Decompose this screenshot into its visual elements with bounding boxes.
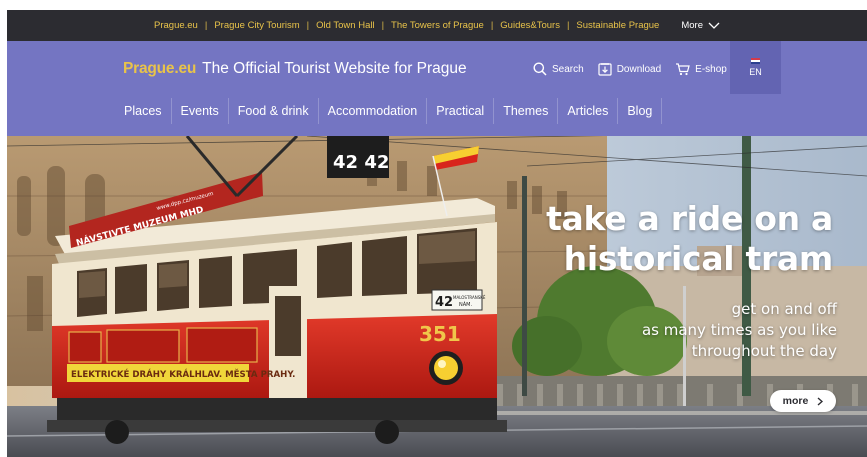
chevron-right-icon (817, 396, 824, 406)
separator: | (204, 20, 208, 31)
top-links: Prague.eu | Prague City Tourism | Old To… (154, 20, 659, 31)
separator: | (566, 20, 570, 31)
hero-image: 42 42 NÁVSTIVTE MUZEUM MHD www.dpp.cz/mu… (7, 136, 867, 457)
search-icon (533, 62, 547, 76)
more-dropdown[interactable]: More (681, 20, 720, 31)
nav-item-events[interactable]: Events (170, 98, 228, 124)
nav-item-themes[interactable]: Themes (493, 98, 557, 124)
top-link-sustainable[interactable]: Sustainable Prague (576, 20, 659, 31)
main-navigation: Places Events Food & drink Accommodation… (115, 98, 663, 124)
top-link-old-town-hall[interactable]: Old Town Hall (316, 20, 374, 31)
top-utility-bar: Prague.eu | Prague City Tourism | Old To… (7, 10, 867, 41)
separator: | (381, 20, 385, 31)
hero-more-button[interactable]: more (770, 390, 836, 412)
separator: | (490, 20, 494, 31)
hero-subtitle-line1: get on and off (731, 300, 837, 318)
hero-banner[interactable]: 42 42 NÁVSTIVTE MUZEUM MHD www.dpp.cz/mu… (7, 136, 867, 457)
search-label: Search (552, 63, 584, 75)
nav-item-blog[interactable]: Blog (617, 98, 663, 124)
search-button[interactable]: Search (533, 62, 584, 76)
hero-headline: take a ride on a historical tram (546, 199, 833, 279)
download-label: Download (616, 63, 662, 75)
top-link-guides-tours[interactable]: Guides&Tours (500, 20, 560, 31)
top-link-towers[interactable]: The Towers of Prague (391, 20, 484, 31)
hero-subtitle-line3: throughout the day (691, 342, 837, 360)
tram-fleet-number: 351 (419, 322, 461, 346)
hero-subtitle-line2: as many times as you like (641, 321, 837, 339)
site-logo[interactable]: Prague.eu (123, 60, 196, 78)
more-button-label: more (782, 395, 809, 407)
more-label: More (681, 20, 703, 31)
cart-icon (676, 63, 690, 76)
nav-item-places[interactable]: Places (115, 98, 171, 124)
language-switcher[interactable]: EN (730, 41, 781, 94)
nav-item-food-drink[interactable]: Food & drink (227, 98, 318, 124)
site-tagline: The Official Tourist Website for Prague (202, 60, 467, 77)
eshop-label: E-shop (695, 63, 727, 75)
chevron-down-icon (708, 22, 720, 29)
top-link-city-tourism[interactable]: Prague City Tourism (214, 20, 299, 31)
tram-destination-line2: NÁM. (459, 301, 472, 308)
brand[interactable]: Prague.eu The Official Tourist Website f… (123, 60, 467, 78)
download-button[interactable]: Download (598, 62, 661, 76)
site-header: Prague.eu The Official Tourist Website f… (7, 41, 867, 136)
tram-destination-route: 42 (435, 295, 453, 310)
top-link-prague-eu[interactable]: Prague.eu (154, 20, 198, 31)
eshop-button[interactable]: E-shop (675, 62, 727, 76)
tram-banner-text: ELEKTRICKÉ DRÁHY KRÁLHLAV. MĚSTA PRAHY. (71, 368, 295, 380)
uk-flag-icon (751, 58, 760, 64)
header-tools: Search Download E-shop (533, 62, 741, 76)
hero-headline-line2: historical tram (563, 239, 834, 278)
language-code: EN (749, 67, 762, 77)
download-icon (598, 63, 612, 76)
hero-headline-line1: take a ride on a (546, 199, 833, 238)
tram-destination-line1: MALOSTRANSKÉ (453, 295, 486, 300)
nav-item-articles[interactable]: Articles (557, 98, 617, 124)
page-frame: Prague.eu | Prague City Tourism | Old To… (7, 10, 867, 457)
tram-route-number: 42 42 (333, 152, 389, 173)
nav-item-accommodation[interactable]: Accommodation (317, 98, 427, 124)
nav-item-practical[interactable]: Practical (426, 98, 493, 124)
separator: | (306, 20, 310, 31)
hero-subtitle: get on and off as many times as you like… (642, 299, 837, 362)
